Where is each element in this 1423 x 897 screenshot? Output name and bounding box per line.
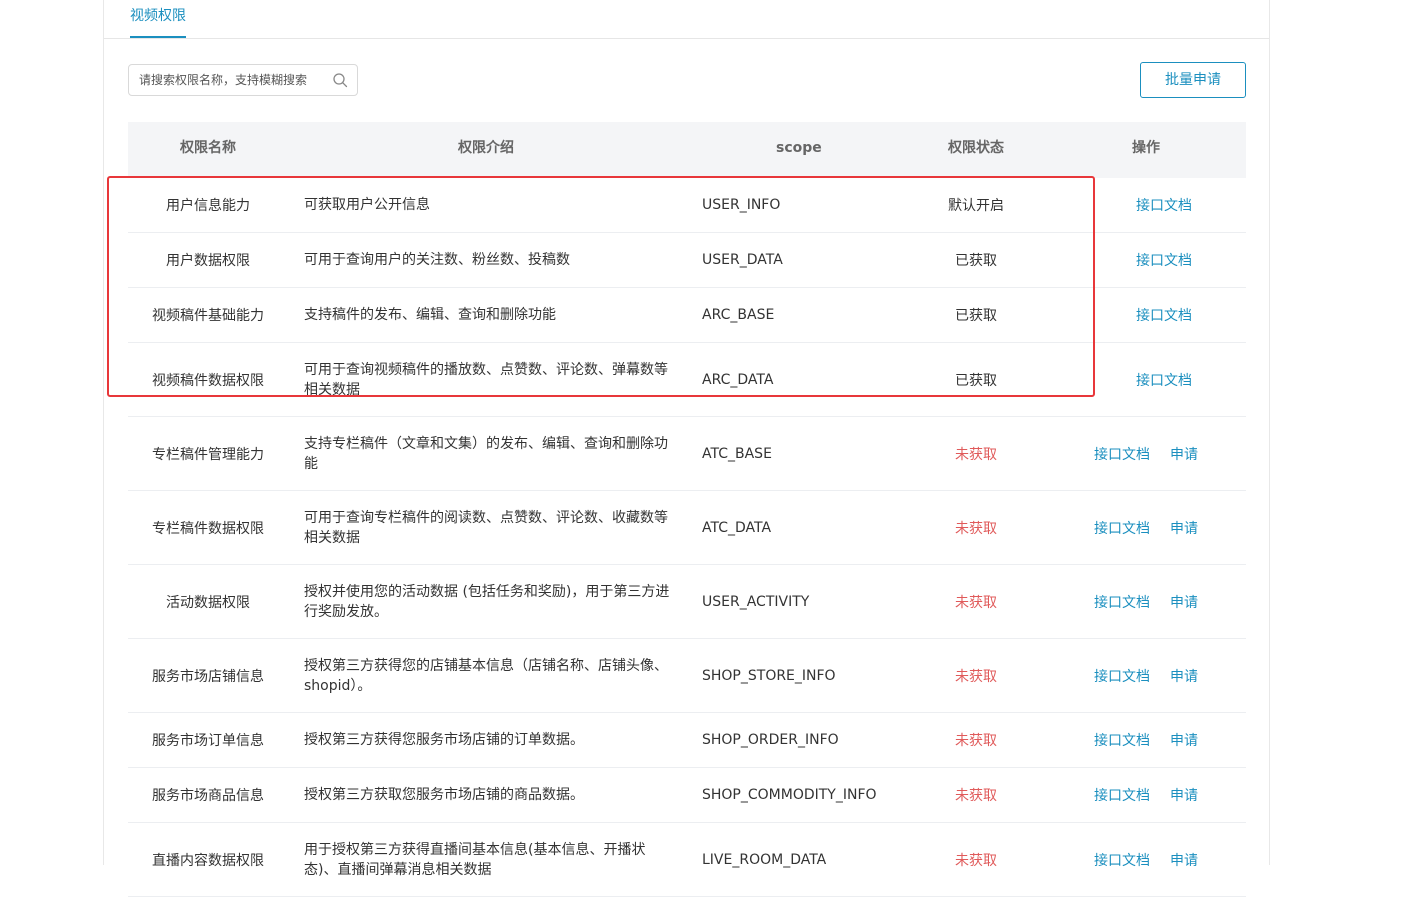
apply-link[interactable]: 申请 <box>1170 730 1198 750</box>
search-box[interactable] <box>128 64 358 96</box>
permission-desc: 用于授权第三方获得直播间基本信息(基本信息、开播状态)、直播间弹幕消息相关数据 <box>304 841 646 878</box>
row-actions: 接口文档 申请 <box>1078 444 1214 464</box>
permission-name: 视频稿件数据权限 <box>152 372 264 389</box>
api-doc-link[interactable]: 接口文档 <box>1094 444 1150 464</box>
table-header: 权限名称 权限介绍 scope 权限状态 操作 <box>128 122 1246 178</box>
row-actions: 接口文档 <box>1078 305 1214 325</box>
table-body: 用户信息能力 可获取用户公开信息 USER_INFO 默认开启 接口文档 用户数据权限 可用… <box>128 178 1246 897</box>
permission-scope: SHOP_ORDER_INFO <box>702 732 839 748</box>
permission-scope: SHOP_COMMODITY_INFO <box>702 787 877 803</box>
tab-bar: 视频权限 <box>104 0 1269 39</box>
table-row: 直播内容数据权限 用于授权第三方获得直播间基本信息(基本信息、开播状态)、直播间弹… <box>128 823 1246 897</box>
search-icon[interactable] <box>332 72 348 88</box>
header-ops: 操作 <box>1132 140 1160 156</box>
apply-link[interactable]: 申请 <box>1170 444 1198 464</box>
status-badge: 已获取 <box>955 308 997 324</box>
status-badge: 未获取 <box>955 733 997 749</box>
status-badge: 已获取 <box>955 372 997 389</box>
table-row: 用户信息能力 可获取用户公开信息 USER_INFO 默认开启 接口文档 <box>128 178 1246 233</box>
permission-name: 活动数据权限 <box>166 594 250 611</box>
status-badge: 未获取 <box>955 788 997 804</box>
row-actions: 接口文档 申请 <box>1078 666 1214 686</box>
permission-scope: USER_DATA <box>702 252 783 268</box>
permissions-panel: 视频权限 批量申请 权限名称 权限介绍 scope 权限状态 操作 用户信息能力… <box>103 0 1270 897</box>
table-row: 专栏稿件管理能力 支持专栏稿件（文章和文集）的发布、编辑、查询和删除功能 ATC_B… <box>128 417 1246 491</box>
permission-desc: 可用于查询视频稿件的播放数、点赞数、评论数、弹幕数等相关数据 <box>304 361 668 398</box>
permission-name: 专栏稿件数据权限 <box>152 520 264 537</box>
apply-link[interactable]: 申请 <box>1170 592 1198 612</box>
api-doc-link[interactable]: 接口文档 <box>1136 373 1192 389</box>
permission-name: 用户数据权限 <box>166 253 250 269</box>
permission-desc: 可获取用户公开信息 <box>304 197 430 213</box>
status-badge: 未获取 <box>955 852 997 869</box>
table-row: 专栏稿件数据权限 可用于查询专栏稿件的阅读数、点赞数、评论数、收藏数等相关数据 AT… <box>128 491 1246 565</box>
permission-name: 服务市场订单信息 <box>152 733 264 749</box>
status-badge: 未获取 <box>955 446 997 463</box>
api-doc-link[interactable]: 接口文档 <box>1094 785 1150 805</box>
permission-name: 直播内容数据权限 <box>152 852 264 869</box>
permission-scope: USER_ACTIVITY <box>702 593 810 610</box>
permission-desc: 支持专栏稿件（文章和文集）的发布、编辑、查询和删除功能 <box>304 435 668 472</box>
permission-desc: 支持稿件的发布、编辑、查询和删除功能 <box>304 307 556 323</box>
permission-scope: SHOP_STORE_INFO <box>702 667 836 684</box>
header-status: 权限状态 <box>948 140 1004 156</box>
row-actions: 接口文档 <box>1078 250 1214 270</box>
table-row: 视频稿件数据权限 可用于查询视频稿件的播放数、点赞数、评论数、弹幕数等相关数据 AR… <box>128 343 1246 417</box>
row-actions: 接口文档 申请 <box>1078 785 1214 805</box>
header-scope: scope <box>776 140 822 156</box>
status-badge: 未获取 <box>955 668 997 685</box>
permission-scope: USER_INFO <box>702 197 781 213</box>
permission-desc: 授权并使用您的活动数据 (包括任务和奖励)，用于第三方进行奖励发放。 <box>304 583 670 620</box>
apply-link[interactable]: 申请 <box>1170 518 1198 538</box>
permission-scope: ATC_BASE <box>702 445 772 462</box>
row-actions: 接口文档 申请 <box>1078 730 1214 750</box>
search-input[interactable] <box>129 65 325 95</box>
row-actions: 接口文档 <box>1078 370 1214 390</box>
permission-desc: 可用于查询专栏稿件的阅读数、点赞数、评论数、收藏数等相关数据 <box>304 509 668 546</box>
api-doc-link[interactable]: 接口文档 <box>1094 592 1150 612</box>
api-doc-link[interactable]: 接口文档 <box>1136 198 1192 214</box>
table-row: 服务市场订单信息 授权第三方获得您服务市场店铺的订单数据。 SHOP_ORDER_I… <box>128 713 1246 768</box>
tab-video-permissions[interactable]: 视频权限 <box>130 0 186 38</box>
api-doc-link[interactable]: 接口文档 <box>1094 518 1150 538</box>
permission-name: 服务市场商品信息 <box>152 788 264 804</box>
permission-scope: ARC_BASE <box>702 307 775 323</box>
status-badge: 已获取 <box>955 253 997 269</box>
api-doc-link[interactable]: 接口文档 <box>1136 308 1192 324</box>
batch-apply-button[interactable]: 批量申请 <box>1140 62 1246 98</box>
row-actions: 接口文档 申请 <box>1078 850 1214 870</box>
api-doc-link[interactable]: 接口文档 <box>1094 730 1150 750</box>
permission-desc: 授权第三方获取您服务市场店铺的商品数据。 <box>304 787 584 803</box>
table-row: 用户数据权限 可用于查询用户的关注数、粉丝数、投稿数 USER_DATA 已获取 接口文… <box>128 233 1246 288</box>
header-desc: 权限介绍 <box>458 140 514 156</box>
permission-desc: 授权第三方获得您服务市场店铺的订单数据。 <box>304 732 584 748</box>
permission-scope: ARC_DATA <box>702 371 774 388</box>
header-name: 权限名称 <box>180 140 236 156</box>
apply-link[interactable]: 申请 <box>1170 850 1198 870</box>
row-actions: 接口文档 <box>1078 195 1214 215</box>
row-actions: 接口文档 申请 <box>1078 592 1214 612</box>
table-row: 活动数据权限 授权并使用您的活动数据 (包括任务和奖励)，用于第三方进行奖励发放。… <box>128 565 1246 639</box>
api-doc-link[interactable]: 接口文档 <box>1094 850 1150 870</box>
table-row: 服务市场店铺信息 授权第三方获得您的店铺基本信息（店铺名称、店铺头像、shopid… <box>128 639 1246 713</box>
status-badge: 默认开启 <box>948 198 1004 214</box>
api-doc-link[interactable]: 接口文档 <box>1136 253 1192 269</box>
permission-name: 用户信息能力 <box>166 198 250 214</box>
table-row: 视频稿件基础能力 支持稿件的发布、编辑、查询和删除功能 ARC_BASE 已获取 接口文… <box>128 288 1246 343</box>
apply-link[interactable]: 申请 <box>1170 785 1198 805</box>
permission-scope: LIVE_ROOM_DATA <box>702 851 827 868</box>
row-actions: 接口文档 申请 <box>1078 518 1214 538</box>
table-row: 服务市场商品信息 授权第三方获取您服务市场店铺的商品数据。 SHOP_COMMODI… <box>128 768 1246 823</box>
permission-desc: 授权第三方获得您的店铺基本信息（店铺名称、店铺头像、shopid）。 <box>304 657 668 694</box>
apply-link[interactable]: 申请 <box>1170 666 1198 686</box>
permission-desc: 可用于查询用户的关注数、粉丝数、投稿数 <box>304 252 570 268</box>
status-badge: 未获取 <box>955 520 997 537</box>
status-badge: 未获取 <box>955 594 997 611</box>
permission-name: 专栏稿件管理能力 <box>152 446 264 463</box>
api-doc-link[interactable]: 接口文档 <box>1094 666 1150 686</box>
permissions-table: 权限名称 权限介绍 scope 权限状态 操作 用户信息能力 可获取用户公开信息 U… <box>128 122 1246 897</box>
permission-name: 视频稿件基础能力 <box>152 308 264 324</box>
permission-scope: ATC_DATA <box>702 519 772 536</box>
permission-name: 服务市场店铺信息 <box>152 668 264 685</box>
